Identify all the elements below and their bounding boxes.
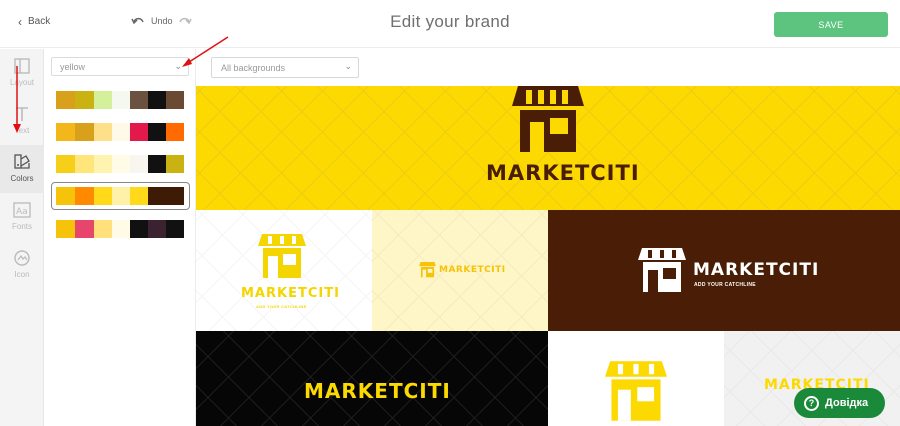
color-swatch [56, 155, 75, 173]
rail-item-icon[interactable]: Icon [0, 241, 44, 289]
text-icon [16, 107, 28, 121]
color-swatch [75, 155, 94, 173]
preview-black[interactable]: MARKETCITI [196, 331, 548, 426]
chevron-down-icon: ⌄ [344, 61, 352, 71]
redo-icon [179, 17, 192, 25]
color-swatch [148, 123, 166, 141]
color-swatch [75, 123, 94, 141]
undo-button[interactable]: Undo [131, 16, 173, 26]
color-swatch [112, 123, 130, 141]
rail-label-fonts: Fonts [11, 222, 32, 231]
shop-icon [638, 248, 686, 292]
color-swatch [94, 220, 112, 238]
icon-icon [14, 250, 30, 266]
color-swatch [94, 155, 112, 173]
palette-option[interactable] [56, 220, 184, 238]
palette-option[interactable] [56, 91, 184, 109]
layout-icon [14, 58, 30, 74]
svg-text:Aa: Aa [16, 207, 28, 217]
brand-name: MARKETCITI [241, 286, 340, 301]
color-swatch [148, 155, 166, 173]
save-button[interactable]: SAVE [774, 12, 888, 37]
color-swatch [148, 91, 166, 109]
rail-item-fonts[interactable]: Aa Fonts [0, 193, 44, 241]
rail-label-icon: Icon [14, 270, 30, 279]
rail-item-text[interactable]: Text [0, 97, 44, 145]
preview-brown[interactable]: MARKETCITI ADD YOUR CATCHLINE [548, 210, 900, 331]
color-swatch [94, 91, 112, 109]
rail-label-text: Text [14, 126, 30, 135]
undo-label: Undo [151, 16, 173, 26]
color-family-value: yellow [60, 62, 86, 72]
color-swatch [130, 155, 148, 173]
brand-name: MARKETCITI [439, 265, 506, 275]
color-swatch [56, 220, 75, 238]
brand-name: MARKETCITI [486, 161, 640, 185]
tagline: ADD YOUR CATCHLINE [256, 304, 307, 309]
shop-icon [258, 234, 306, 278]
redo-button[interactable] [178, 16, 192, 26]
fonts-icon: Aa [13, 202, 31, 218]
palette-option[interactable] [56, 155, 184, 173]
brand-name: MARKETCITI [693, 260, 820, 280]
color-swatch [166, 91, 184, 109]
color-swatch [166, 123, 184, 141]
color-swatch [166, 220, 184, 238]
brand-name: MARKETCITI [304, 379, 451, 403]
shop-icon [605, 361, 667, 421]
colors-icon [14, 154, 30, 169]
color-swatch [75, 220, 94, 238]
chevron-down-icon: ⌄ [174, 61, 182, 71]
back-label: Back [28, 16, 51, 27]
preview-yellow-large[interactable]: MARKETCITI [196, 86, 900, 210]
color-swatch [56, 123, 75, 141]
top-bar: ‹ Back Undo Edit your brand SAVE [0, 0, 900, 48]
color-swatch [75, 91, 94, 109]
tool-rail: Layout Text Colors Aa Fonts Icon [0, 49, 44, 426]
help-button[interactable]: ? Довідка [794, 388, 885, 418]
shop-icon [419, 262, 436, 278]
color-swatch [112, 91, 130, 109]
shop-icon [512, 86, 584, 152]
color-swatch [112, 155, 130, 173]
rail-label-layout: Layout [9, 78, 35, 87]
selected-palette-outline [51, 182, 190, 210]
preview-white-icon[interactable] [548, 331, 724, 426]
color-swatch [130, 220, 148, 238]
canvas-toolbar: All backgrounds ⌄ [196, 49, 900, 86]
color-swatch [130, 123, 148, 141]
background-filter-value: All backgrounds [221, 63, 286, 73]
color-swatch [56, 91, 75, 109]
rail-item-layout[interactable]: Layout [0, 49, 44, 97]
color-swatch [148, 220, 166, 238]
color-family-select[interactable]: yellow ⌄ [51, 57, 189, 76]
help-label: Довідка [825, 397, 869, 409]
colors-panel: yellow ⌄ [44, 49, 196, 426]
chevron-left-icon: ‹ [18, 14, 22, 29]
back-button[interactable]: ‹ Back [18, 14, 51, 29]
palette-option[interactable] [56, 123, 184, 141]
color-swatch [112, 220, 130, 238]
background-filter-select[interactable]: All backgrounds ⌄ [211, 57, 359, 78]
color-swatch [94, 123, 112, 141]
rail-label-colors: Colors [10, 174, 34, 183]
preview-cream[interactable]: MARKETCITI [372, 210, 548, 331]
tagline: ADD YOUR CATCHLINE [694, 282, 756, 288]
undo-icon [131, 17, 144, 25]
color-swatch [130, 91, 148, 109]
rail-item-colors[interactable]: Colors [0, 145, 44, 193]
color-swatch [166, 155, 184, 173]
question-icon: ? [804, 395, 819, 411]
preview-white[interactable]: MARKETCITI ADD YOUR CATCHLINE [196, 210, 372, 331]
